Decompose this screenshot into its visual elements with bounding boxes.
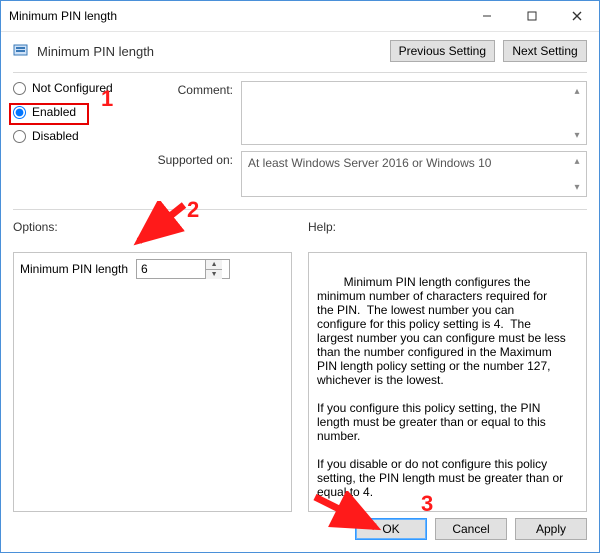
maximize-button[interactable] — [509, 1, 554, 31]
radio-not-configured-label: Not Configured — [32, 81, 113, 95]
lower-panes: Options: Minimum PIN length ▲ ▼ Help: — [1, 210, 599, 512]
comment-label: Comment: — [147, 81, 237, 145]
options-label: Options: — [13, 220, 292, 234]
radio-not-configured[interactable]: Not Configured — [13, 81, 143, 95]
radio-disabled[interactable]: Disabled — [13, 129, 143, 143]
help-panel[interactable]: Minimum PIN length configures the minimu… — [308, 252, 587, 512]
minimize-button[interactable] — [464, 1, 509, 31]
min-pin-length-spinner[interactable]: ▲ ▼ — [136, 259, 230, 279]
policy-title: Minimum PIN length — [37, 44, 154, 59]
supported-on-label: Supported on: — [147, 151, 237, 197]
policy-heading: Minimum PIN length — [13, 43, 154, 59]
min-pin-length-input[interactable] — [137, 260, 205, 278]
settings-area: Not Configured Enabled Disabled Comment:… — [1, 73, 599, 201]
dialog-buttons: OK Cancel Apply — [355, 518, 587, 540]
options-panel: Minimum PIN length ▲ ▼ — [13, 252, 292, 512]
option-field-label: Minimum PIN length — [20, 262, 128, 276]
close-button[interactable] — [554, 1, 599, 31]
state-radios: Not Configured Enabled Disabled — [13, 81, 143, 197]
supported-on-textbox: At least Windows Server 2016 or Windows … — [241, 151, 587, 197]
spinner-buttons: ▲ ▼ — [205, 260, 222, 279]
radio-enabled-input[interactable] — [13, 106, 26, 119]
nav-buttons: Previous Setting Next Setting — [390, 40, 587, 62]
comment-textbox[interactable]: ▴ ▾ — [241, 81, 587, 145]
radio-not-configured-input[interactable] — [13, 82, 26, 95]
radio-disabled-input[interactable] — [13, 130, 26, 143]
apply-button[interactable]: Apply — [515, 518, 587, 540]
spinner-up-button[interactable]: ▲ — [206, 260, 222, 269]
previous-setting-button[interactable]: Previous Setting — [390, 40, 495, 62]
ok-button[interactable]: OK — [355, 518, 427, 540]
next-setting-button[interactable]: Next Setting — [503, 40, 587, 62]
cancel-button[interactable]: Cancel — [435, 518, 507, 540]
option-min-pin-length: Minimum PIN length ▲ ▼ — [20, 259, 285, 279]
spinner-down-button[interactable]: ▼ — [206, 269, 222, 279]
radio-disabled-label: Disabled — [32, 129, 79, 143]
window-title: Minimum PIN length — [9, 9, 117, 23]
titlebar: Minimum PIN length — [1, 1, 599, 32]
help-section: Help: Minimum PIN length configures the … — [308, 220, 587, 512]
scroll-down-icon[interactable]: ▾ — [570, 128, 584, 142]
scroll-up-icon[interactable]: ▴ — [570, 84, 584, 98]
radio-enabled-label: Enabled — [32, 105, 76, 119]
scroll-down-icon[interactable]: ▾ — [570, 180, 584, 194]
supported-on-value: At least Windows Server 2016 or Windows … — [248, 156, 491, 170]
radio-enabled[interactable]: Enabled — [13, 105, 143, 119]
policy-icon — [13, 43, 31, 59]
options-section: Options: Minimum PIN length ▲ ▼ — [13, 220, 292, 512]
policy-editor-window: Minimum PIN length Minimum PIN length Pr… — [0, 0, 600, 553]
header-row: Minimum PIN length Previous Setting Next… — [1, 32, 599, 72]
help-label: Help: — [308, 220, 587, 234]
scroll-up-icon[interactable]: ▴ — [570, 154, 584, 168]
help-text: Minimum PIN length configures the minimu… — [317, 275, 569, 512]
window-controls — [464, 1, 599, 31]
